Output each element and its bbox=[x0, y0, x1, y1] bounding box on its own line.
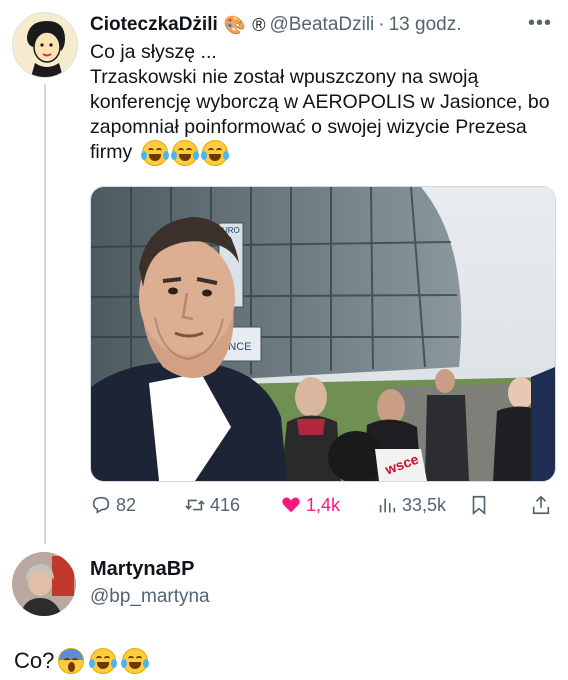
timestamp[interactable]: 13 godz. bbox=[389, 14, 462, 36]
avatar-image bbox=[12, 552, 76, 616]
emoji-laugh-4 bbox=[89, 648, 118, 674]
share-button[interactable] bbox=[530, 494, 556, 516]
separator: · bbox=[378, 14, 385, 35]
more-dots-icon[interactable]: ••• bbox=[528, 12, 552, 35]
reply-body: Co? bbox=[14, 648, 55, 673]
bookmark-button[interactable] bbox=[468, 494, 494, 516]
avatar[interactable] bbox=[12, 12, 78, 78]
emoji-laugh-5 bbox=[121, 648, 150, 674]
like-button[interactable]: 1,4k bbox=[280, 494, 340, 516]
tweet-media-image[interactable]: URO NA DANCE wsce bbox=[90, 186, 556, 482]
tweet-text: Co ja słyszę ... Trzaskowski nie został … bbox=[90, 40, 560, 166]
emoji-scream bbox=[58, 648, 85, 674]
reply-author-handle[interactable]: @bp_martyna bbox=[90, 586, 210, 608]
bookmark-icon bbox=[472, 495, 486, 516]
emoji-laugh-2 bbox=[170, 140, 199, 166]
author-name[interactable]: CioteczkaDżili bbox=[90, 14, 218, 36]
reply-author-name[interactable]: MartynaBP bbox=[90, 558, 194, 581]
avatar[interactable] bbox=[12, 552, 76, 616]
action-bar: 82 416 1,4k 33,5k bbox=[90, 494, 554, 522]
reply-icon bbox=[92, 496, 110, 514]
views-chart-icon bbox=[379, 498, 396, 513]
heart-filled-icon bbox=[282, 497, 300, 513]
registered-badge-icon: ® bbox=[252, 14, 266, 35]
palette-badge-icon: 🎨 bbox=[223, 14, 247, 35]
avatar-image bbox=[13, 13, 77, 77]
tweet-header: CioteczkaDżili 🎨 ® @BeataDzili · 13 godz… bbox=[90, 12, 462, 38]
media-photo: URO NA DANCE wsce bbox=[91, 187, 555, 481]
author-handle[interactable]: @BeataDzili bbox=[269, 14, 374, 36]
retweet-count: 416 bbox=[210, 494, 241, 515]
emoji-laugh-1 bbox=[140, 140, 169, 166]
reply-text: Co? bbox=[14, 648, 150, 674]
like-count: 1,4k bbox=[306, 494, 341, 515]
share-icon bbox=[532, 495, 550, 515]
retweet-button[interactable]: 416 bbox=[184, 494, 240, 516]
views-count: 33,5k bbox=[402, 494, 447, 515]
reply-button[interactable]: 82 bbox=[90, 494, 136, 516]
views-button[interactable]: 33,5k bbox=[376, 494, 446, 516]
thread-line bbox=[44, 84, 46, 544]
retweet-icon bbox=[185, 499, 205, 511]
emoji-laugh-3 bbox=[200, 140, 229, 166]
reply-count: 82 bbox=[116, 494, 137, 515]
